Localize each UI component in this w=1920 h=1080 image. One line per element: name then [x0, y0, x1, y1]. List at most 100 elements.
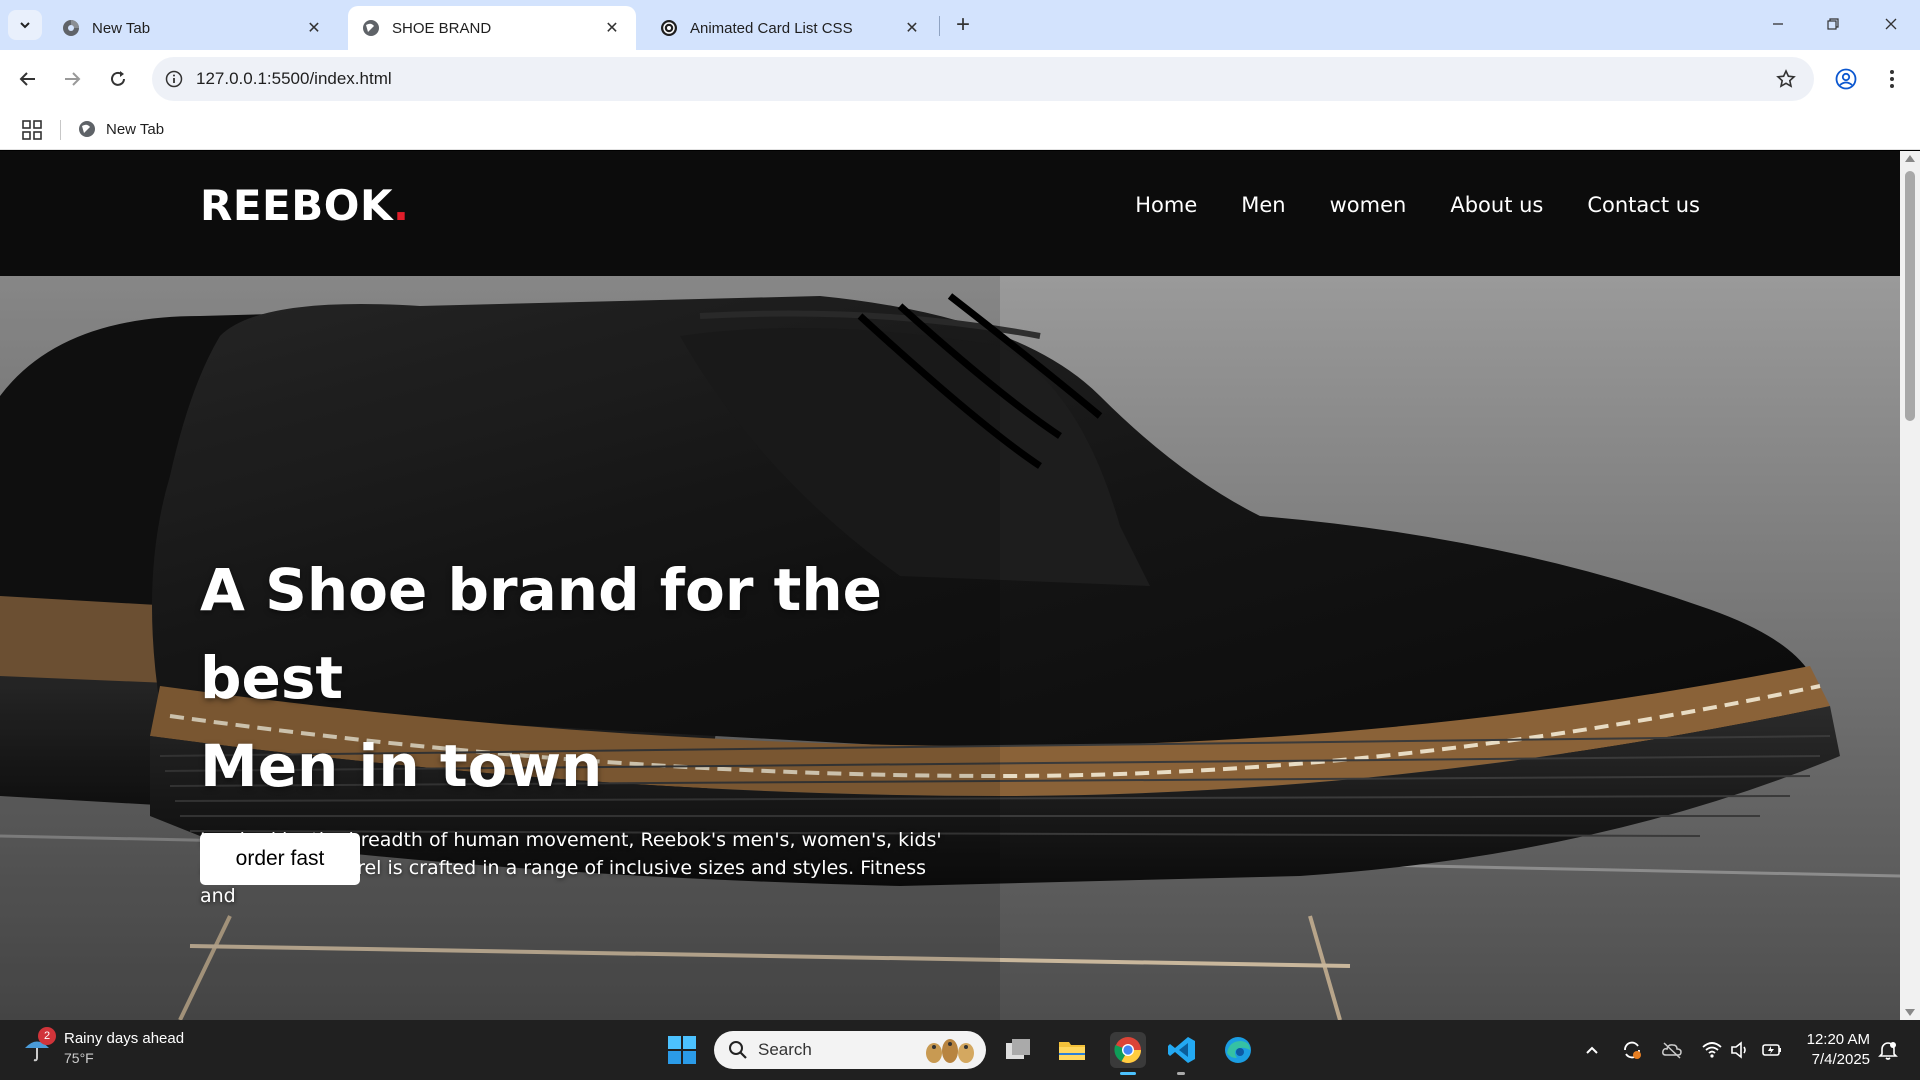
start-button[interactable]	[664, 1032, 700, 1068]
notification-bell-icon	[1878, 1042, 1898, 1060]
browser-toolbar: 127.0.0.1:5500/index.html	[0, 50, 1920, 108]
hero-section: A Shoe brand for the best Men in town In…	[0, 276, 1900, 1020]
edge-icon	[1225, 1037, 1251, 1063]
chrome-taskbar-button[interactable]	[1110, 1032, 1146, 1068]
weather-temp: 75°F	[64, 1050, 94, 1066]
forward-button[interactable]	[56, 63, 88, 95]
minimize-icon	[1773, 23, 1783, 25]
close-window-button[interactable]	[1871, 8, 1911, 40]
close-icon	[1885, 18, 1897, 30]
url-text[interactable]: 127.0.0.1:5500/index.html	[196, 57, 392, 101]
globe-icon	[79, 121, 95, 137]
bookmark-star-icon[interactable]	[1774, 67, 1798, 91]
hero-title: A Shoe brand for the best Men in town	[200, 546, 960, 810]
chevron-down-icon	[20, 22, 30, 29]
tab-strip: New Tab ✕ SHOE BRAND ✕ Animated Card Lis…	[0, 0, 1920, 50]
bookmark-separator	[60, 120, 61, 140]
nav-about-us[interactable]: About us	[1450, 193, 1543, 217]
back-button[interactable]	[12, 63, 44, 95]
tab-search-button[interactable]	[8, 10, 42, 40]
tab-separator	[939, 16, 940, 36]
scrollbar-thumb[interactable]	[1905, 171, 1915, 421]
arrow-right-icon	[65, 72, 81, 86]
nav-home[interactable]: Home	[1135, 193, 1197, 217]
weather-title: Rainy days ahead	[64, 1030, 185, 1047]
page-viewport: REEBOK. Home Men women About us Contact …	[0, 151, 1900, 1020]
nav-contact-us[interactable]: Contact us	[1587, 193, 1700, 217]
taskbar-search[interactable]: Search	[714, 1031, 986, 1069]
hero-title-line1: A Shoe brand for the best	[200, 556, 883, 712]
globe-icon	[362, 19, 380, 37]
new-tab-button[interactable]: +	[948, 10, 978, 40]
page-scrollbar[interactable]	[1900, 151, 1920, 1020]
bookmark-new-tab[interactable]: New Tab	[78, 116, 164, 142]
battery-tray-button[interactable]	[1760, 1038, 1784, 1062]
search-placeholder: Search	[758, 1040, 812, 1059]
chrome-globe-icon	[62, 19, 80, 37]
search-icon	[729, 1041, 747, 1059]
profile-icon	[1835, 68, 1857, 90]
sync-icon	[1624, 1041, 1641, 1059]
close-tab-icon[interactable]: ✕	[902, 18, 922, 38]
apps-grid-icon[interactable]	[20, 118, 44, 142]
scroll-down-arrow[interactable]	[1905, 1009, 1915, 1016]
onedrive-tray-button[interactable]	[1660, 1038, 1684, 1062]
tab-label: Animated Card List CSS	[690, 19, 853, 37]
bookmark-label: New Tab	[106, 120, 165, 138]
umbrella-icon: 2	[22, 1027, 56, 1063]
cloud-off-icon	[1662, 1042, 1682, 1059]
weather-badge: 2	[38, 1027, 56, 1045]
vscode-open-indicator	[1177, 1072, 1185, 1075]
edge-button[interactable]	[1220, 1032, 1256, 1068]
vscode-icon	[1168, 1037, 1195, 1063]
restore-icon	[1827, 18, 1839, 30]
sync-tray-button[interactable]	[1620, 1038, 1644, 1062]
search-highlight-icon	[926, 1039, 974, 1063]
codepen-icon	[660, 19, 678, 37]
folder-icon	[1059, 1042, 1085, 1060]
restore-button[interactable]	[1813, 8, 1853, 40]
chrome-active-indicator	[1120, 1072, 1136, 1075]
clock-date: 7/4/2025	[1811, 1051, 1870, 1068]
task-view-icon	[1006, 1039, 1030, 1059]
chrome-icon	[1114, 1037, 1142, 1064]
kebab-menu-icon	[1890, 70, 1894, 88]
file-explorer-button[interactable]	[1054, 1032, 1090, 1068]
weather-widget[interactable]: 2 Rainy days ahead 75°F	[22, 1027, 185, 1066]
close-tab-icon[interactable]: ✕	[304, 18, 324, 38]
address-bar[interactable]: 127.0.0.1:5500/index.html	[152, 57, 1814, 101]
bookmarks-bar: New Tab	[0, 108, 1920, 150]
order-fast-button[interactable]: order fast	[200, 833, 360, 885]
show-hidden-icons-button[interactable]	[1580, 1038, 1604, 1062]
site-header: REEBOK. Home Men women About us Contact …	[0, 151, 1900, 276]
logo-dot: .	[392, 181, 410, 230]
wifi-tray-button[interactable]	[1700, 1038, 1724, 1062]
clock-time: 12:20 AM	[1806, 1031, 1870, 1048]
tab-shoe-brand[interactable]: SHOE BRAND ✕	[348, 6, 636, 50]
minimize-button[interactable]	[1758, 8, 1798, 40]
tab-new-tab[interactable]: New Tab ✕	[48, 6, 338, 50]
taskbar-clock[interactable]: 12:20 AM 7/4/2025	[1800, 1030, 1870, 1070]
volume-tray-button[interactable]	[1728, 1038, 1752, 1062]
speaker-icon	[1731, 1041, 1746, 1059]
tab-label: New Tab	[92, 19, 151, 37]
tab-label: SHOE BRAND	[392, 19, 492, 37]
reload-icon	[111, 71, 125, 86]
site-info-icon[interactable]	[162, 67, 186, 91]
menu-button[interactable]	[1876, 63, 1908, 95]
site-logo[interactable]: REEBOK.	[200, 181, 409, 230]
main-nav: Home Men women About us Contact us	[1135, 193, 1700, 217]
profile-button[interactable]	[1830, 63, 1862, 95]
wifi-icon	[1702, 1042, 1722, 1058]
task-view-button[interactable]	[1000, 1032, 1036, 1068]
notifications-button[interactable]	[1876, 1038, 1900, 1062]
logo-text: REEBOK	[200, 181, 393, 230]
nav-men[interactable]: Men	[1241, 193, 1285, 217]
vscode-button[interactable]	[1164, 1032, 1200, 1068]
scroll-up-arrow[interactable]	[1905, 155, 1915, 162]
close-tab-icon[interactable]: ✕	[602, 18, 622, 38]
tab-animated-card-list[interactable]: Animated Card List CSS ✕	[646, 6, 936, 50]
windows-taskbar: 2 Rainy days ahead 75°F Search 12:20 AM …	[0, 1020, 1920, 1080]
nav-women[interactable]: women	[1330, 193, 1407, 217]
reload-button[interactable]	[102, 63, 134, 95]
